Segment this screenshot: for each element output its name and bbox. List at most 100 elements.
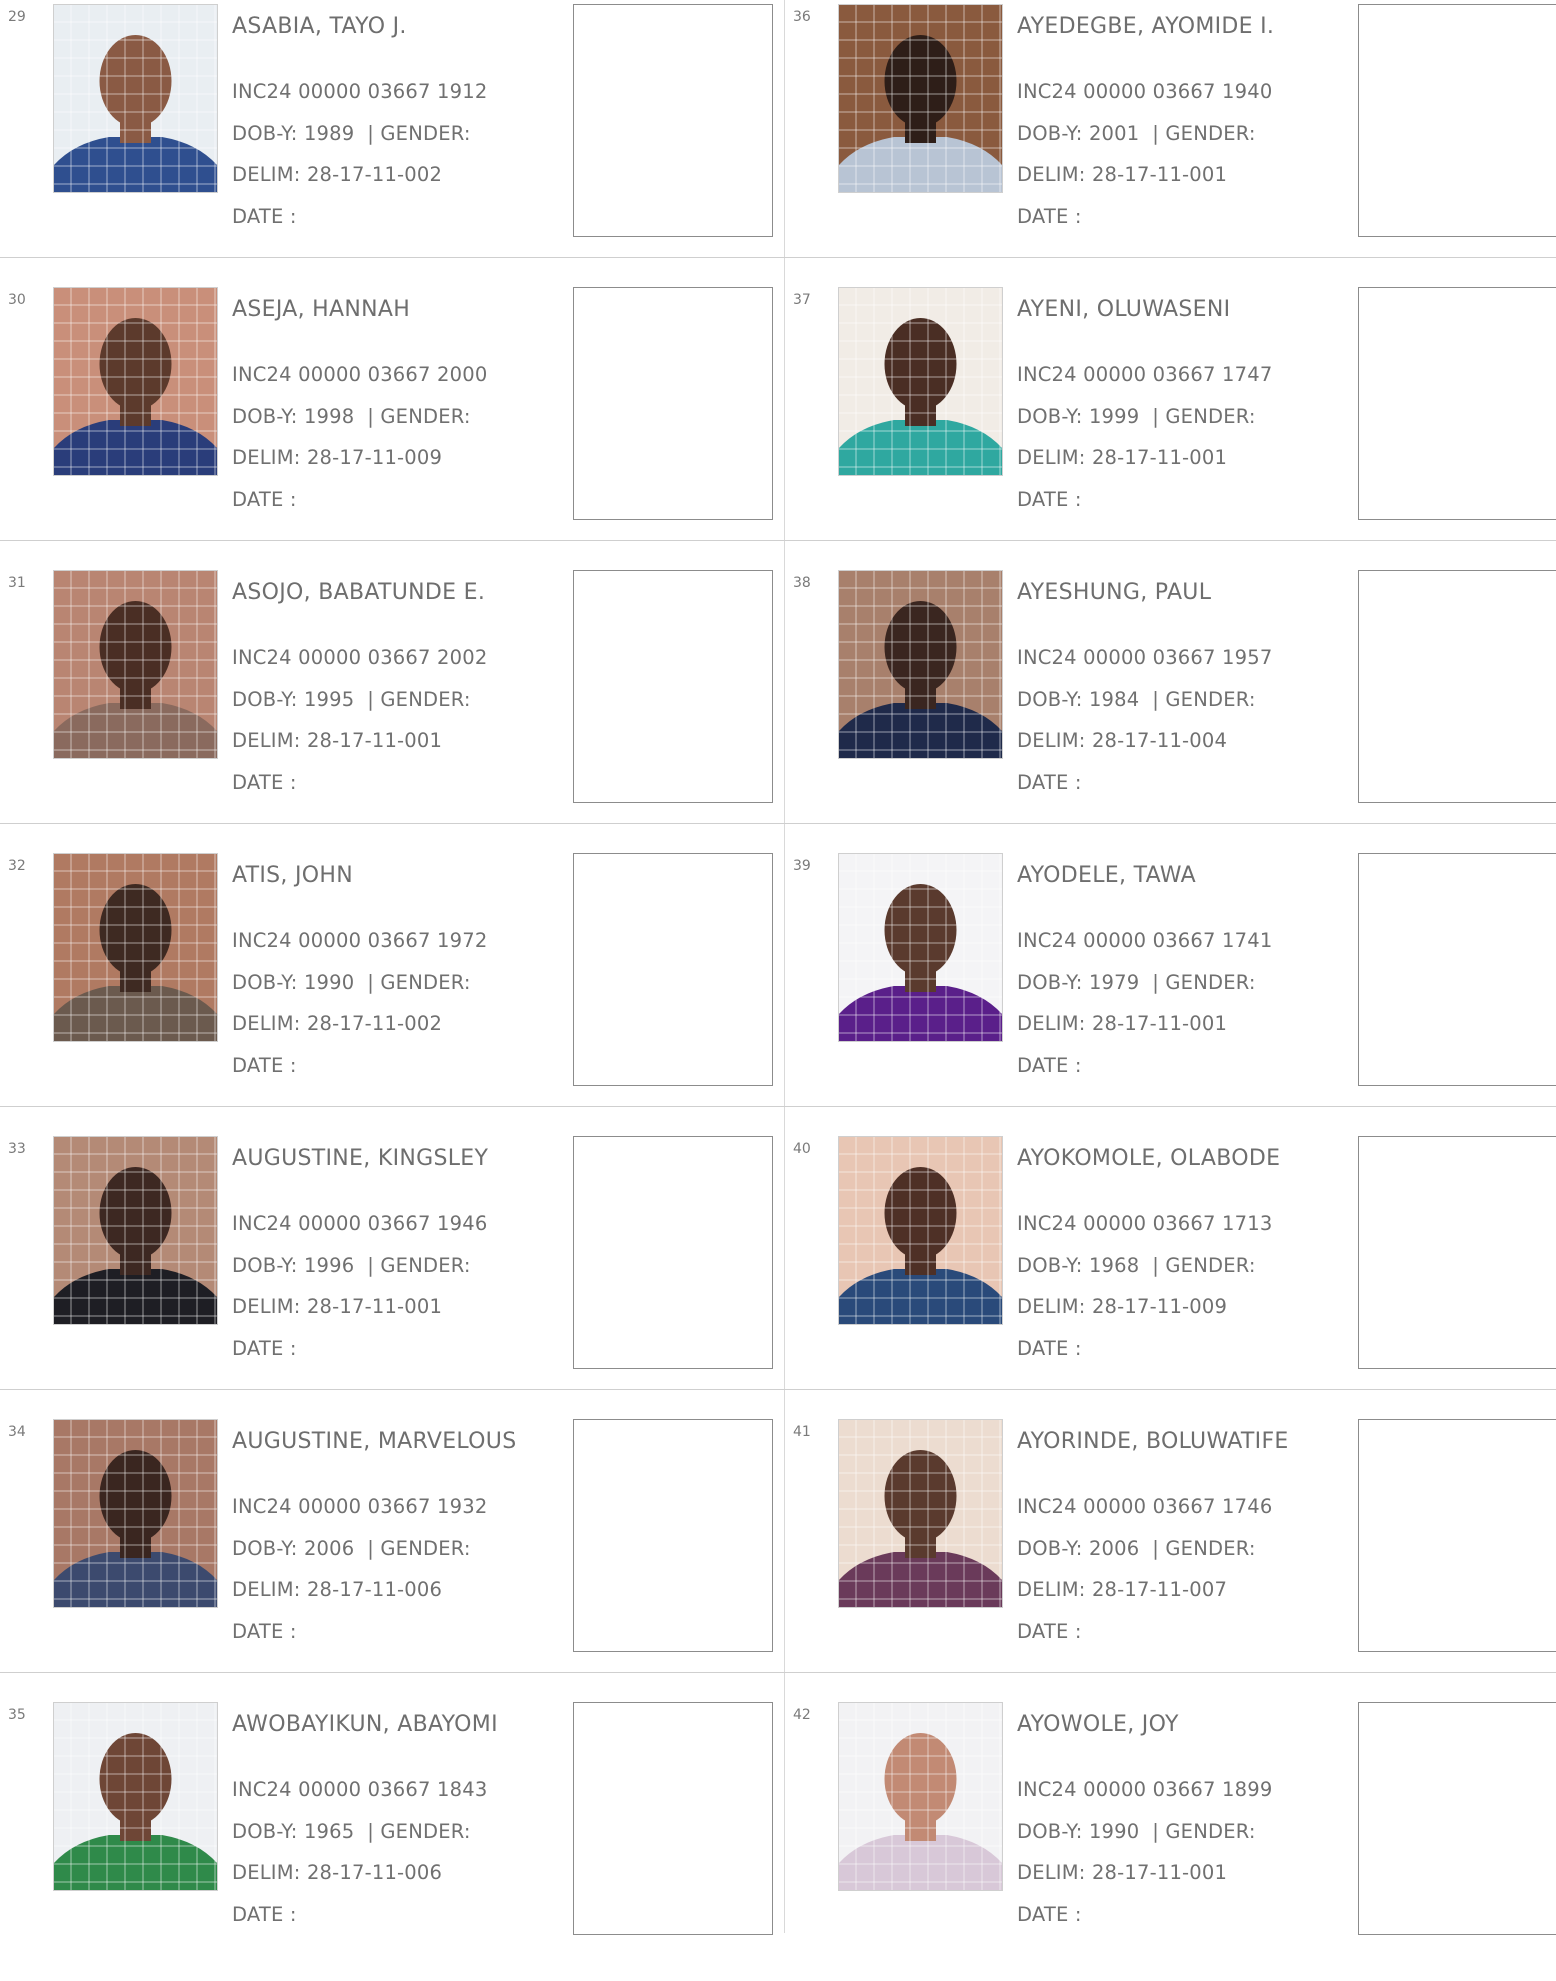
voter-photo [838, 1136, 1003, 1325]
delim-code: DELIM: 28-17-11-001 [1017, 1861, 1228, 1884]
voter-record: 41 AYORINDE, BOLUWATIFE INC24 00000 0366… [785, 1415, 1556, 1698]
dob-year: DOB-Y: 1998 [232, 405, 355, 428]
voter-name: AYOKOMOLE, OLABODE [1017, 1146, 1281, 1171]
signature-box [573, 4, 773, 237]
portrait-image [54, 288, 217, 475]
row-divider [0, 823, 1556, 824]
dob-gender: DOB-Y: 1990 | GENDER: [1017, 1820, 1256, 1843]
signature-box [1358, 1702, 1556, 1935]
delim-code: DELIM: 28-17-11-002 [232, 1012, 443, 1035]
date-label: DATE : [232, 205, 297, 228]
inc-number: INC24 00000 03667 1972 [232, 929, 488, 952]
signature-box [573, 1136, 773, 1369]
signature-box [1358, 570, 1556, 803]
serial-number: 31 [8, 575, 26, 591]
voter-photo [838, 1419, 1003, 1608]
portrait-image [839, 288, 1002, 475]
inc-number: INC24 00000 03667 1940 [1017, 80, 1273, 103]
voter-photo [53, 853, 218, 1042]
signature-box [1358, 4, 1556, 237]
row-divider [0, 1106, 1556, 1107]
inc-number: INC24 00000 03667 1747 [1017, 363, 1273, 386]
dob-gender: DOB-Y: 1990 | GENDER: [232, 971, 471, 994]
gender-label: | GENDER: [1152, 688, 1256, 711]
voter-name: ASEJA, HANNAH [232, 297, 411, 322]
delim-code: DELIM: 28-17-11-001 [232, 729, 443, 752]
inc-number: INC24 00000 03667 2002 [232, 646, 488, 669]
date-label: DATE : [1017, 1903, 1082, 1926]
portrait-image [54, 571, 217, 758]
dob-year: DOB-Y: 1996 [232, 1254, 355, 1277]
dob-gender: DOB-Y: 1968 | GENDER: [1017, 1254, 1256, 1277]
serial-number: 36 [793, 9, 811, 25]
date-label: DATE : [232, 771, 297, 794]
dob-year: DOB-Y: 2006 [1017, 1537, 1140, 1560]
signature-box [1358, 1136, 1556, 1369]
serial-number: 42 [793, 1707, 811, 1723]
dob-year: DOB-Y: 2001 [1017, 122, 1140, 145]
inc-number: INC24 00000 03667 1957 [1017, 646, 1273, 669]
serial-number: 33 [8, 1141, 26, 1157]
gender-label: | GENDER: [1152, 971, 1256, 994]
dob-year: DOB-Y: 2006 [232, 1537, 355, 1560]
serial-number: 37 [793, 292, 811, 308]
inc-number: INC24 00000 03667 1946 [232, 1212, 488, 1235]
voter-photo [53, 570, 218, 759]
gender-label: | GENDER: [1152, 122, 1256, 145]
signature-box [1358, 1419, 1556, 1652]
portrait-image [839, 5, 1002, 192]
gender-label: | GENDER: [367, 122, 471, 145]
voter-register-sheet: 29 ASABIA, TAYO J. INC24 00000 03667 191… [0, 0, 1556, 1935]
dob-gender: DOB-Y: 1996 | GENDER: [232, 1254, 471, 1277]
signature-box [573, 570, 773, 803]
portrait-image [839, 1703, 1002, 1890]
gender-label: | GENDER: [1152, 405, 1256, 428]
voter-name: AYORINDE, BOLUWATIFE [1017, 1429, 1289, 1454]
dob-gender: DOB-Y: 2006 | GENDER: [1017, 1537, 1256, 1560]
voter-name: ASOJO, BABATUNDE E. [232, 580, 486, 605]
gender-label: | GENDER: [367, 1820, 471, 1843]
voter-record: 35 AWOBAYIKUN, ABAYOMI INC24 00000 03667… [0, 1698, 784, 1981]
voter-record: 29 ASABIA, TAYO J. INC24 00000 03667 191… [0, 0, 784, 283]
delim-code: DELIM: 28-17-11-001 [232, 1295, 443, 1318]
dob-year: DOB-Y: 1984 [1017, 688, 1140, 711]
signature-box [573, 853, 773, 1086]
serial-number: 38 [793, 575, 811, 591]
row-divider [0, 1672, 1556, 1673]
voter-photo [838, 4, 1003, 193]
dob-year: DOB-Y: 1968 [1017, 1254, 1140, 1277]
delim-code: DELIM: 28-17-11-006 [232, 1578, 443, 1601]
portrait-image [839, 1137, 1002, 1324]
gender-label: | GENDER: [367, 405, 471, 428]
delim-code: DELIM: 28-17-11-007 [1017, 1578, 1228, 1601]
signature-box [573, 1419, 773, 1652]
dob-gender: DOB-Y: 1999 | GENDER: [1017, 405, 1256, 428]
date-label: DATE : [1017, 205, 1082, 228]
voter-record: 39 AYODELE, TAWA INC24 00000 03667 1741 … [785, 849, 1556, 1132]
voter-name: AWOBAYIKUN, ABAYOMI [232, 1712, 498, 1737]
serial-number: 30 [8, 292, 26, 308]
voter-record: 31 ASOJO, BABATUNDE E. INC24 00000 03667… [0, 566, 784, 849]
row-divider [0, 257, 1556, 258]
serial-number: 29 [8, 9, 26, 25]
date-label: DATE : [1017, 1054, 1082, 1077]
inc-number: INC24 00000 03667 1746 [1017, 1495, 1273, 1518]
inc-number: INC24 00000 03667 1843 [232, 1778, 488, 1801]
voter-photo [53, 1419, 218, 1608]
portrait-image [54, 854, 217, 1041]
inc-number: INC24 00000 03667 1713 [1017, 1212, 1273, 1235]
date-label: DATE : [232, 1054, 297, 1077]
delim-code: DELIM: 28-17-11-006 [232, 1861, 443, 1884]
voter-name: AUGUSTINE, MARVELOUS [232, 1429, 517, 1454]
portrait-image [54, 5, 217, 192]
gender-label: | GENDER: [367, 971, 471, 994]
gender-label: | GENDER: [367, 1537, 471, 1560]
dob-gender: DOB-Y: 2001 | GENDER: [1017, 122, 1256, 145]
dob-gender: DOB-Y: 1998 | GENDER: [232, 405, 471, 428]
gender-label: | GENDER: [1152, 1537, 1256, 1560]
dob-year: DOB-Y: 1995 [232, 688, 355, 711]
voter-record: 42 AYOWOLE, JOY INC24 00000 03667 1899 D… [785, 1698, 1556, 1981]
voter-record: 40 AYOKOMOLE, OLABODE INC24 00000 03667 … [785, 1132, 1556, 1415]
voter-record: 34 AUGUSTINE, MARVELOUS INC24 00000 0366… [0, 1415, 784, 1698]
serial-number: 34 [8, 1424, 26, 1440]
